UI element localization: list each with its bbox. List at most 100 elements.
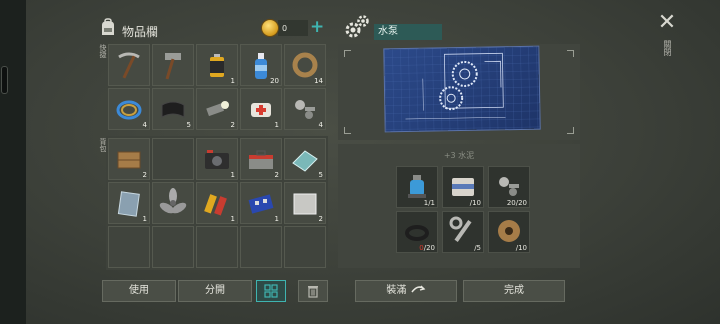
item-quantity: 4 [142, 121, 147, 129]
water-pump-blueprint [384, 46, 540, 132]
grid-icon [264, 284, 278, 298]
item-quantity: 1 [142, 215, 147, 223]
item-quantity: 5 [318, 171, 323, 179]
hotbar-slot-battery[interactable]: 1 [196, 44, 238, 86]
pickaxe-icon [118, 52, 140, 79]
hotbar-slot-rope[interactable]: 14 [284, 44, 326, 86]
hotbar-slot-hammer[interactable] [152, 44, 194, 86]
backpack-slot-circuit-board[interactable]: 1 [240, 182, 282, 224]
backpack-slot-batteries[interactable]: 1 [196, 182, 238, 224]
wrench-icon [449, 216, 472, 242]
requirement-slot-wire-spool[interactable]: /10 [488, 211, 530, 253]
backpack-slot-metal-plate[interactable]: 2 [284, 182, 326, 224]
item-quantity: 1 [274, 121, 279, 129]
gears-icon [345, 15, 369, 38]
frame-corner [344, 127, 351, 134]
item-quantity: 1 [230, 171, 235, 179]
inventory-header: 物品欄 0 + [98, 16, 330, 44]
fill-button[interactable]: 裝滿 [355, 280, 457, 302]
item-quantity: 2 [230, 121, 235, 129]
item-quantity: 2 [142, 171, 147, 179]
toolbox-icon [249, 150, 273, 169]
requirement-count: 1/1 [424, 199, 435, 207]
item-quantity: 1 [230, 77, 235, 85]
item-quantity: 1 [274, 215, 279, 223]
backpack-slot-empty[interactable] [108, 226, 150, 268]
camera-icon [205, 150, 229, 169]
requirement-slot-wrench[interactable]: /5 [442, 211, 484, 253]
hotbar-slot-cloth[interactable]: 5 [152, 88, 194, 130]
requirements-title: +3 水泥 [443, 151, 475, 160]
delete-button[interactable] [298, 280, 328, 302]
backpack-slot-crate[interactable]: 2 [108, 138, 150, 180]
requirement-need: /10 [515, 244, 527, 252]
glass-icon [292, 150, 318, 172]
hotbar-slot-water-bottle[interactable]: 20 [240, 44, 282, 86]
requirement-count: /10 [470, 199, 481, 207]
metal-plate-icon [293, 193, 317, 215]
hotbar-slot-wire[interactable]: 4 [108, 88, 150, 130]
bandage-icon [251, 103, 271, 117]
ring-icon [405, 225, 429, 241]
side-handle[interactable] [1, 66, 8, 94]
requirement-slot-cement-bag[interactable]: /10 [442, 166, 484, 208]
hotbar-grid: 1 20 14 4 5 2 1 4 [108, 44, 326, 130]
fill-icon [410, 285, 425, 293]
requirement-slot-rubber-ring[interactable]: 0/20 [396, 211, 438, 253]
bolts-icon [295, 100, 315, 119]
split-button[interactable]: 分開 [178, 280, 252, 302]
requirement-need: /10 [469, 199, 481, 207]
item-quantity: 4 [318, 121, 323, 129]
flashlight-icon [206, 101, 229, 117]
backpack-slot-empty[interactable] [152, 226, 194, 268]
game-screen: 物品欄 0 + 快捷 1 20 14 4 5 2 1 4 背包 21251112 使用 分開 … [0, 0, 720, 324]
backpack-slot-empty[interactable] [152, 138, 194, 180]
hotbar-slot-pickaxe[interactable] [108, 44, 150, 86]
cement-icon [452, 178, 474, 196]
backpack-slot-mirror[interactable]: 1 [108, 182, 150, 224]
batteries-icon [204, 194, 227, 216]
spool-icon [498, 220, 520, 242]
requirement-count: /5 [474, 244, 481, 252]
close-icon[interactable]: ✕ [656, 12, 678, 34]
hotbar-slot-nuts-bolts[interactable]: 4 [284, 88, 326, 130]
coin-icon [262, 20, 278, 36]
use-button[interactable]: 使用 [102, 280, 176, 302]
mirror-icon [117, 191, 140, 217]
item-quantity: 1 [230, 215, 235, 223]
hotbar-label: 快捷 [99, 44, 107, 58]
cloth-icon [161, 101, 185, 118]
add-coins-button[interactable]: + [310, 18, 324, 36]
bolts-icon [499, 177, 519, 196]
backpack-slot-empty[interactable] [196, 226, 238, 268]
backpack-slot-toolbox[interactable]: 2 [240, 138, 282, 180]
requirement-slot-nuts-bolts[interactable]: 20/20 [488, 166, 530, 208]
frame-corner [567, 50, 574, 57]
pump-icon [408, 175, 426, 198]
coin-count: 0 [282, 24, 288, 33]
sort-button[interactable] [256, 280, 286, 302]
hotbar-slot-flashlight[interactable]: 2 [196, 88, 238, 130]
hammer-icon [165, 53, 181, 80]
backpack-slot-propeller[interactable] [152, 182, 194, 224]
backpack-grid: 2 1 2 5 1 1 1 2 [108, 138, 326, 268]
backpack-icon [102, 18, 114, 35]
backpack-slot-glass[interactable]: 5 [284, 138, 326, 180]
backpack-slot-empty[interactable] [240, 226, 282, 268]
item-quantity: 2 [318, 215, 323, 223]
propeller-icon [159, 188, 187, 214]
left-bar [0, 0, 26, 324]
fill-label: 裝滿 [386, 285, 407, 296]
trash-icon [308, 286, 318, 298]
item-quantity: 2 [274, 171, 279, 179]
battery-icon [210, 54, 224, 77]
frame-corner [567, 127, 574, 134]
backpack-slot-camera[interactable]: 1 [196, 138, 238, 180]
requirement-slot-water-pump[interactable]: 1/1 [396, 166, 438, 208]
complete-button[interactable]: 完成 [463, 280, 565, 302]
circuit-icon [248, 194, 274, 214]
hotbar-slot-bandage[interactable]: 1 [240, 88, 282, 130]
backpack-slot-empty[interactable] [284, 226, 326, 268]
requirement-count: 0/20 [419, 244, 435, 252]
frame-corner [344, 50, 351, 57]
